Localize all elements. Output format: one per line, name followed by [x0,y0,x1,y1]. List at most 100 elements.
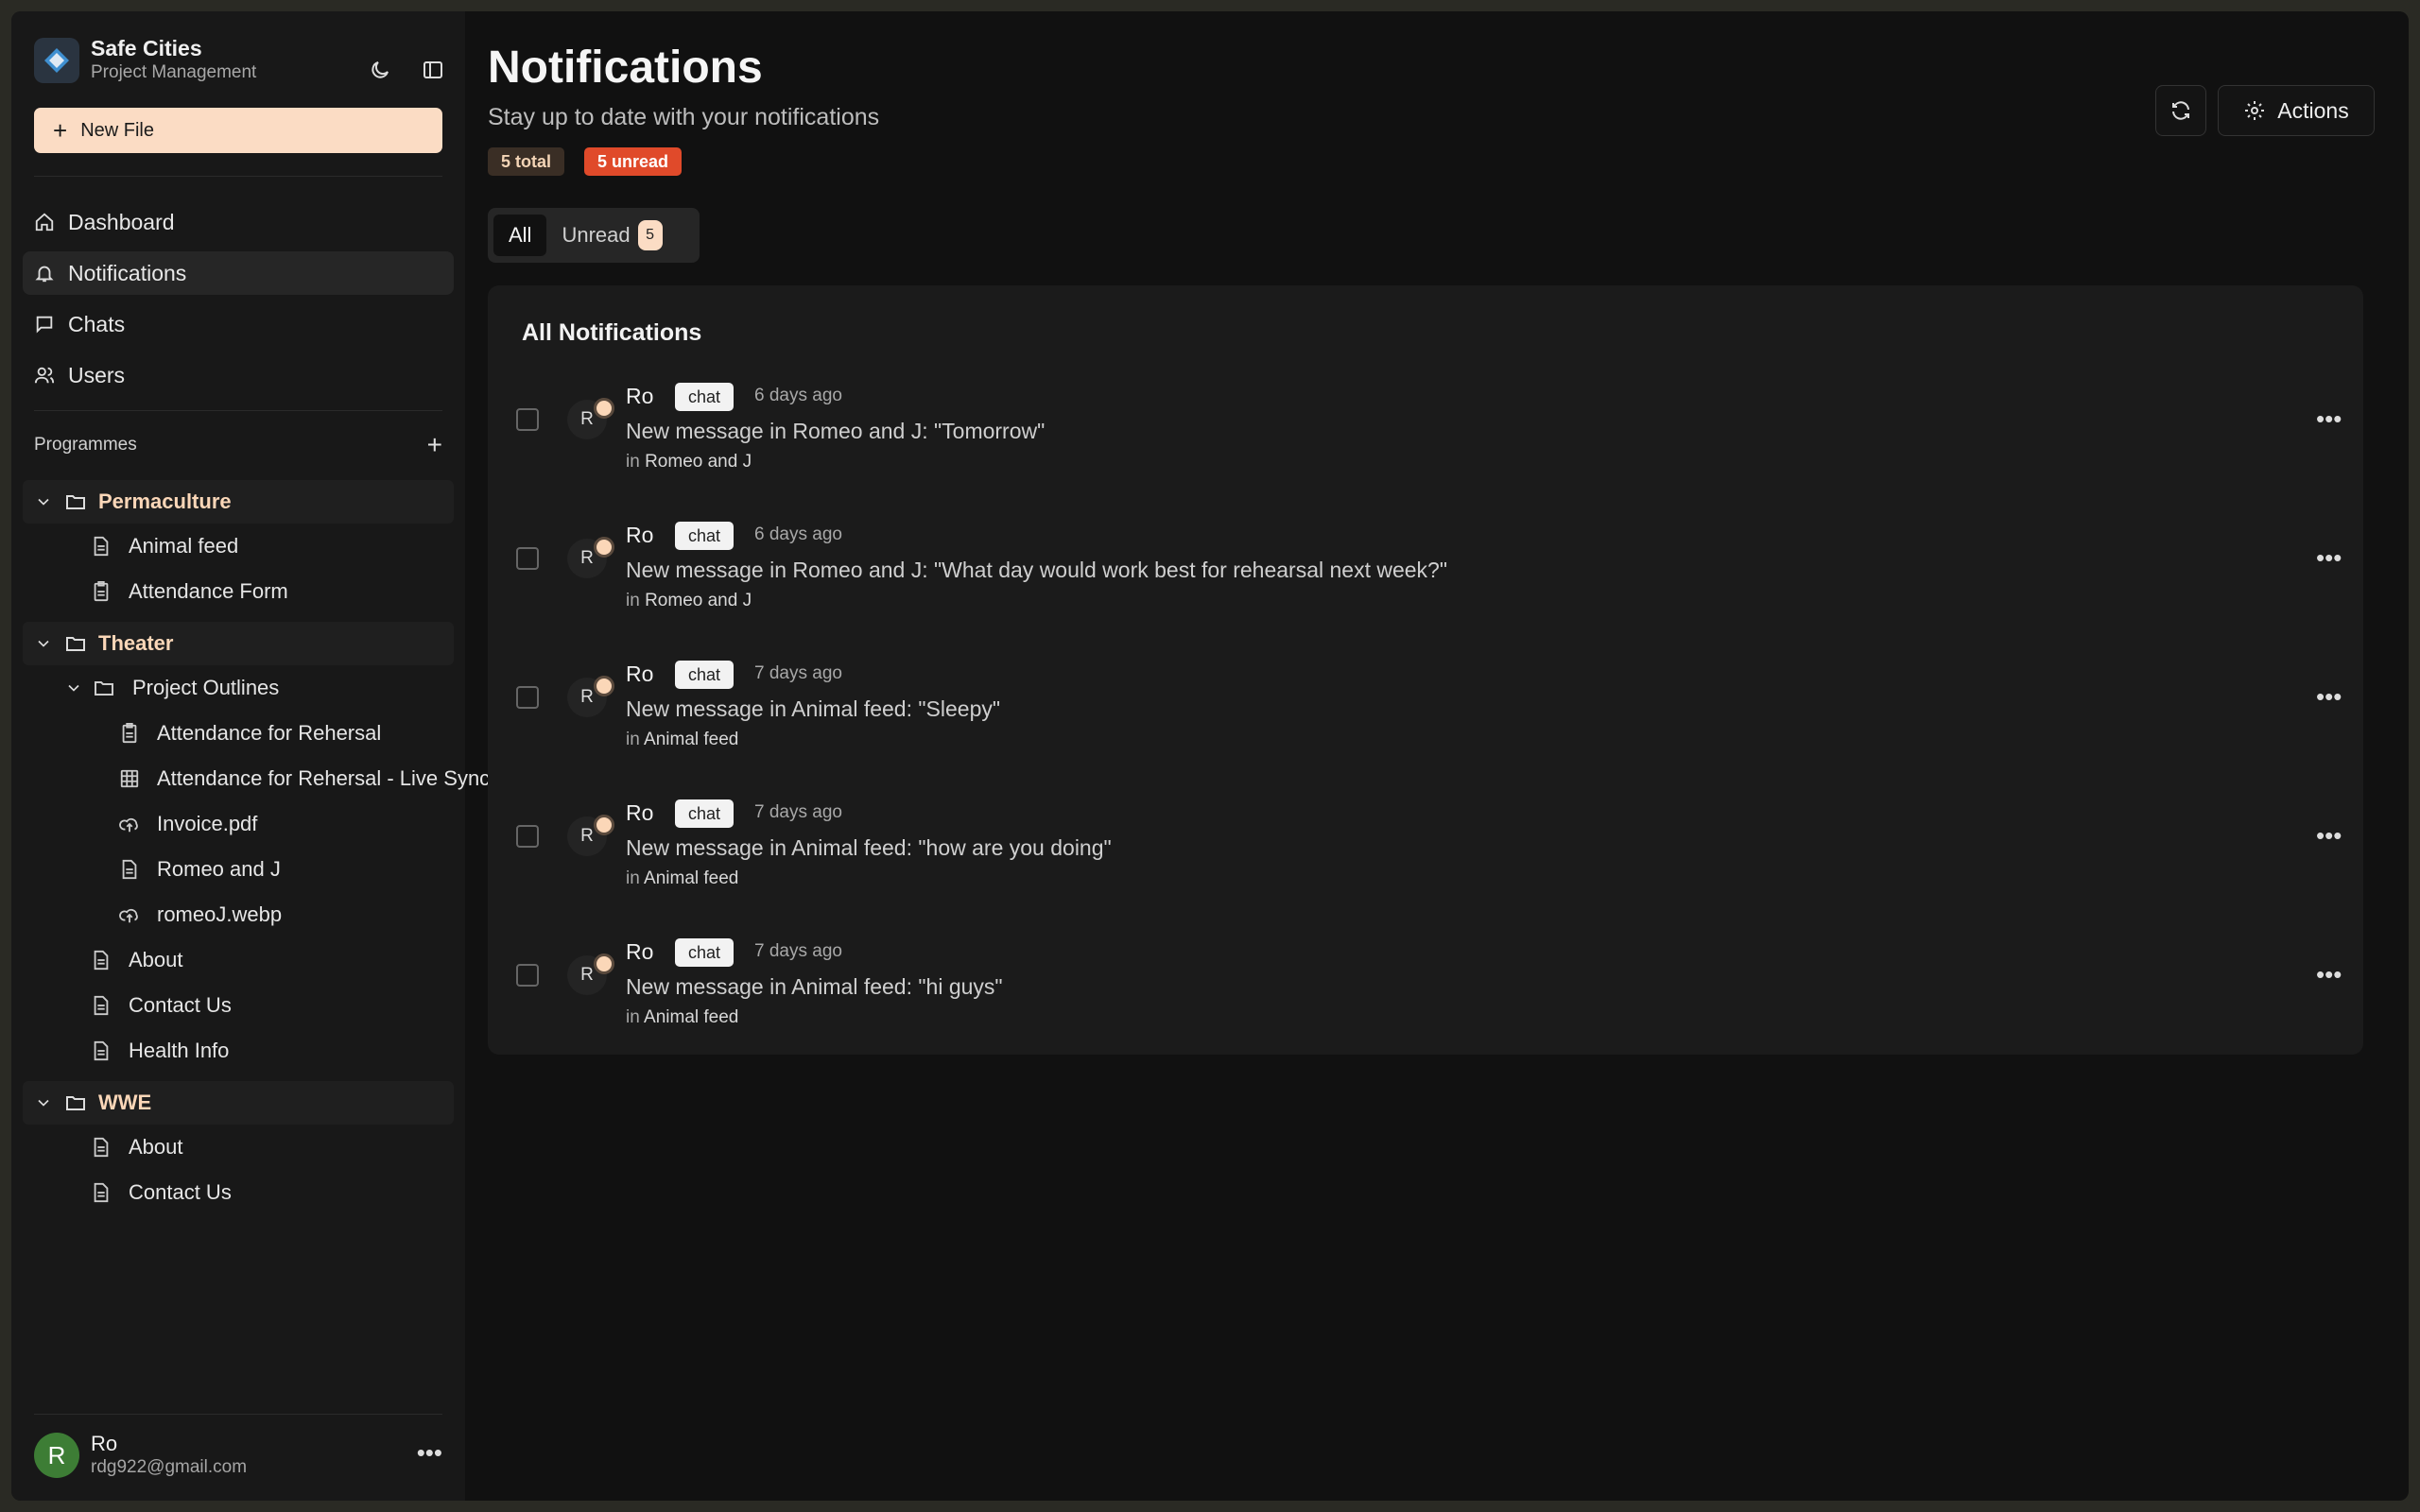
more-icon[interactable]: ••• [2316,960,2342,989]
more-icon[interactable]: ••• [2316,682,2342,712]
notification-item[interactable]: R Ro chat 7 days ago New message in Anim… [488,785,2363,918]
tree-item[interactable]: Romeo and J [119,849,281,890]
notification-location: in Animal feed [626,730,739,749]
location-link[interactable]: Animal feed [644,1007,738,1027]
notification-tag: chat [675,522,735,550]
notification-item[interactable]: R Ro chat 6 days ago New message in Rome… [488,369,2363,501]
tree-item[interactable]: Health Info [91,1030,229,1072]
tab-all[interactable]: All [493,215,547,256]
tree-item[interactable]: Contact Us [91,1172,232,1213]
users-icon [34,365,55,386]
tab-unread-label: Unread [562,223,631,247]
new-file-button[interactable]: + New File [34,108,442,153]
refresh-icon [2172,101,2189,120]
tree-item-label: Invoice.pdf [157,812,258,835]
actions-label: Actions [2277,97,2349,123]
tree-item-label: About [129,1135,183,1159]
notification-checkbox[interactable] [516,547,539,570]
notification-checkbox[interactable] [516,825,539,848]
chevron-down-icon[interactable] [34,634,53,653]
notification-tag: chat [675,383,735,411]
tree-item[interactable]: About [91,939,183,981]
brand-subtitle: Project Management [91,62,257,82]
notification-checkbox[interactable] [516,408,539,431]
tree-item[interactable]: Attendance for Rehersal [119,713,381,754]
notification-author: Ro [626,800,654,825]
tab-unread[interactable]: Unread 5 [546,215,677,256]
notification-checkbox[interactable] [516,686,539,709]
notification-item[interactable]: R Ro chat 7 days ago New message in Anim… [488,646,2363,779]
nav-notifications[interactable]: Notifications [23,251,454,295]
unread-dot [594,815,614,835]
notification-message: New message in Animal feed: "hi guys" [626,974,1003,999]
notification-location: in Romeo and J [626,591,752,610]
notification-time: 7 days ago [754,941,842,961]
refresh-button[interactable] [2155,85,2206,136]
folder-permaculture[interactable]: Permaculture [23,480,454,524]
tree-item-label: Contact Us [129,993,232,1017]
folder-icon [95,681,113,696]
card-title: All Notifications [522,319,702,346]
more-icon[interactable]: ••• [2316,543,2342,573]
tree-item[interactable]: romeoJ.webp [119,894,282,936]
user-profile[interactable]: R Ro rdg922@gmail.com ••• [34,1429,442,1482]
notification-location: in Romeo and J [626,452,752,472]
notification-location: in Animal feed [626,1007,739,1027]
location-link[interactable]: Animal feed [644,868,738,888]
tree-item[interactable]: Animal feed [91,525,238,567]
location-link[interactable]: Animal feed [644,730,738,749]
filter-tabs: All Unread 5 [488,208,700,263]
nav-dashboard[interactable]: Dashboard [23,200,454,244]
chevron-down-icon[interactable] [34,492,53,511]
theme-toggle-icon[interactable] [363,53,397,87]
notification-location: in Animal feed [626,868,739,888]
folder-project-outlines[interactable]: Project Outlines [64,667,279,709]
document-icon [91,995,112,1016]
form-icon [119,723,140,744]
folder-wwe[interactable]: WWE [23,1081,454,1125]
new-file-label: New File [80,119,154,141]
unread-dot [594,676,614,696]
more-icon[interactable]: ••• [2316,821,2342,850]
location-link[interactable]: Romeo and J [645,591,752,610]
tree-item[interactable]: Attendance for Rehersal - Live Sync [119,758,490,799]
notification-item[interactable]: R Ro chat 6 days ago New message in Rome… [488,507,2363,640]
tree-item-label: Animal feed [129,534,239,558]
plus-icon: + [53,116,68,145]
home-icon [34,212,55,232]
tree-item-label: Attendance for Rehersal - Live Sync [157,766,491,790]
notification-tag: chat [675,799,735,828]
more-icon[interactable]: ••• [417,1438,442,1468]
tree-item-label: Contact Us [129,1180,232,1204]
unread-count-badge: 5 [637,220,663,250]
tree-item[interactable]: Attendance Form [91,571,288,612]
unread-dot [594,537,614,558]
actions-button[interactable]: Actions [2218,85,2375,136]
tree-item[interactable]: About [91,1126,183,1168]
nav-users[interactable]: Users [23,353,454,397]
unread-badge: 5 unread [584,147,683,176]
location-link[interactable]: Romeo and J [645,452,752,472]
notification-checkbox[interactable] [516,964,539,987]
sidebar: Safe Cities Project Management + New Fil… [11,11,490,1501]
more-icon[interactable]: ••• [2316,404,2342,434]
sidebar-toggle-icon[interactable] [416,53,450,87]
programmes-title: Programmes [34,435,137,455]
nav-chats[interactable]: Chats [23,302,454,346]
folder-icon [66,495,85,509]
nav-label: Chats [68,311,126,336]
folder-name: Theater [98,631,174,655]
tree-item-label: Attendance for Rehersal [157,721,382,745]
chevron-down-icon[interactable] [64,679,83,697]
folder-theater[interactable]: Theater [23,622,454,665]
add-programme-button[interactable]: + [427,432,442,458]
tree-item[interactable]: Contact Us [91,985,232,1026]
tree-item[interactable]: Invoice.pdf [119,803,257,845]
brand[interactable]: Safe Cities Project Management [34,36,256,84]
tab-all-label: All [509,223,532,247]
unread-dot [594,398,614,419]
notification-item[interactable]: R Ro chat 7 days ago New message in Anim… [488,924,2363,1057]
notification-message: New message in Animal feed: "how are you… [626,835,1112,860]
chevron-down-icon[interactable] [34,1093,53,1112]
form-icon [91,581,112,602]
